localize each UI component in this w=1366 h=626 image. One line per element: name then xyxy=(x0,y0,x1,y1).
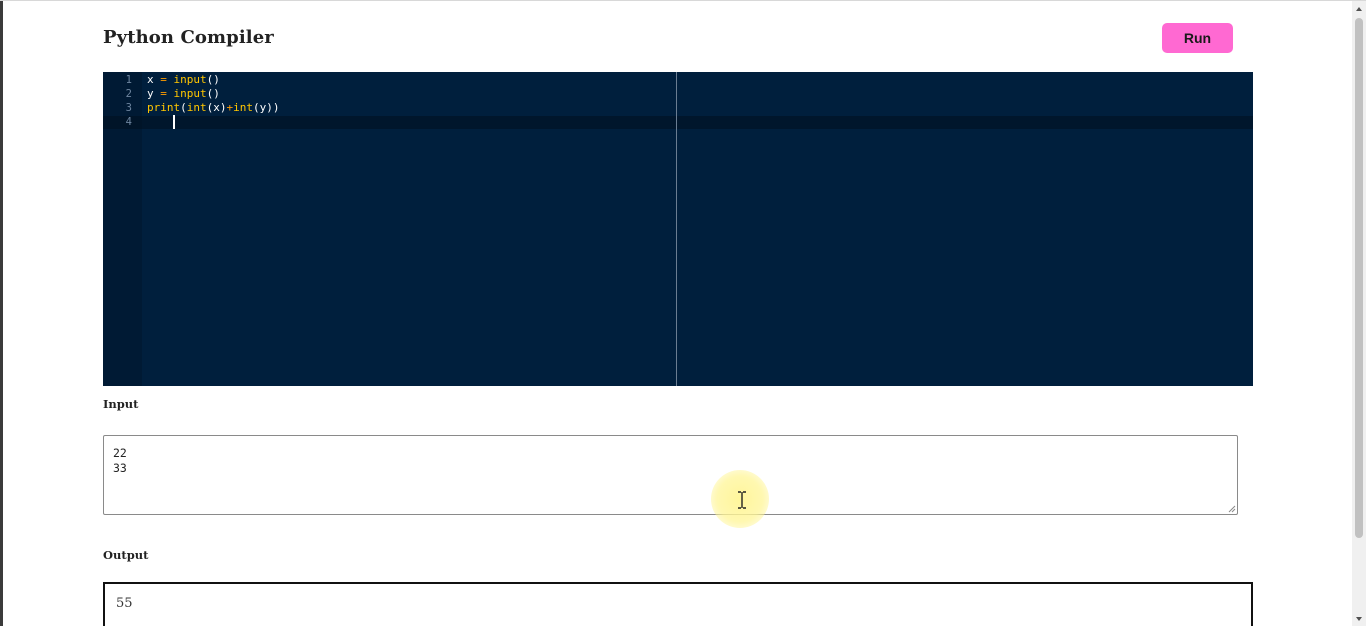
code-token-paren: () xyxy=(206,73,220,86)
code-token-var: y xyxy=(147,87,154,100)
code-token-function: print xyxy=(147,101,181,114)
editor-gutter: 1 2 3 4 xyxy=(103,72,142,386)
output-box: 55 xyxy=(103,582,1253,626)
input-label: Input xyxy=(103,397,139,411)
line-number: 3 xyxy=(125,102,132,114)
run-button[interactable]: Run xyxy=(1162,23,1233,53)
input-textarea[interactable]: 22 33 xyxy=(103,435,1238,515)
code-token-paren: (x) xyxy=(206,101,227,114)
page: Python Compiler Run 1 2 3 4 x = input() … xyxy=(0,0,1366,626)
code-token-function: input xyxy=(173,73,207,86)
line-number: 1 xyxy=(125,74,132,86)
page-title: Python Compiler xyxy=(103,27,274,48)
code-token-paren: ( xyxy=(180,101,187,114)
code-token-function: input xyxy=(173,87,207,100)
code-editor[interactable]: 1 2 3 4 x = input() y = input() print(in… xyxy=(103,72,1253,386)
output-label: Output xyxy=(103,548,149,562)
code-line-2[interactable]: y = input() xyxy=(147,87,220,101)
scrollbar-thumb[interactable] xyxy=(1355,18,1363,538)
code-token-function: int xyxy=(186,101,207,114)
line-number: 4 xyxy=(125,116,132,128)
text-caret xyxy=(173,115,175,129)
chevron-down-icon[interactable] xyxy=(1355,615,1363,623)
code-token-operator: = xyxy=(153,73,174,86)
window-left-edge xyxy=(0,1,3,626)
code-token-paren: () xyxy=(206,87,220,100)
page-scrollbar[interactable] xyxy=(1352,1,1366,626)
ibeam-icon xyxy=(738,491,746,509)
resize-grip-icon[interactable] xyxy=(1228,505,1236,513)
code-line-1[interactable]: x = input() xyxy=(147,73,220,87)
code-token-var: x xyxy=(147,73,154,86)
code-line-3[interactable]: print(int(x)+int(y)) xyxy=(147,101,280,115)
active-line-highlight xyxy=(142,116,1253,129)
code-token-paren: (y)) xyxy=(253,101,280,114)
chevron-up-icon[interactable] xyxy=(1355,5,1363,13)
code-token-operator: = xyxy=(153,87,174,100)
code-token-function: int xyxy=(233,101,253,114)
editor-print-margin xyxy=(676,72,677,386)
line-number: 2 xyxy=(125,88,132,100)
